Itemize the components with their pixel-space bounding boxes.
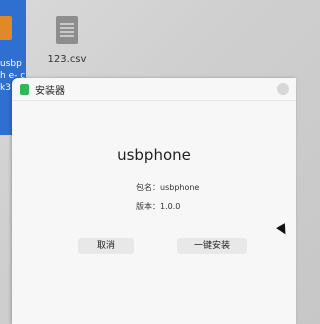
installer-app-icon [20,83,29,95]
version-value: 1.0.0 [160,202,181,211]
csv-file-icon [56,16,78,44]
window-title: 安装器 [35,85,65,97]
install-button[interactable]: 一键安装 [177,238,247,254]
desktop-file-csv[interactable]: 123.csv [44,16,90,65]
package-value: usbphone [160,183,200,192]
cancel-button[interactable]: 取消 [78,238,134,254]
version-info: 版本：1.0.0 [136,201,180,212]
minimize-button[interactable] [277,83,289,95]
package-info: 包名：usbphone [136,182,199,193]
installer-window: 安装器 usbphone 包名：usbphone 版本：1.0.0 取消 一键安… [12,78,296,324]
package-label: 包名： [136,183,160,192]
archive-file-icon [0,16,12,40]
title-bar[interactable]: 安装器 [12,78,296,101]
app-name: usbphone [117,146,191,164]
csv-file-label: 123.csv [47,54,87,65]
version-label: 版本： [136,202,160,211]
